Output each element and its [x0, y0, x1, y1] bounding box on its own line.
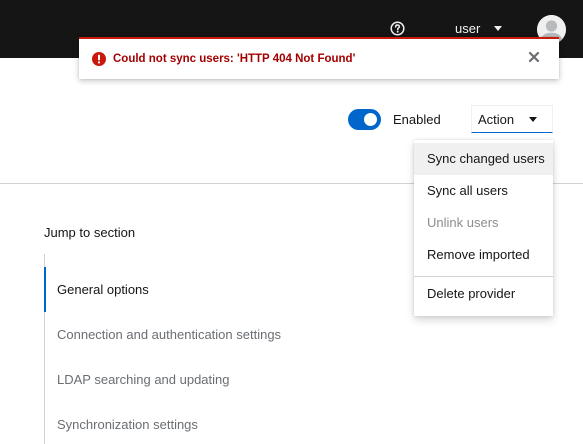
jump-link-synchronization-settings[interactable]: Synchronization settings	[57, 417, 198, 433]
menu-separator	[414, 276, 553, 277]
danger-alert: Could not sync users: 'HTTP 404 Not Foun…	[79, 37, 559, 79]
jump-link-ldap-searching[interactable]: LDAP searching and updating	[57, 372, 230, 388]
action-dropdown-label: Action	[478, 112, 515, 127]
jump-to-section-title: Jump to section	[44, 225, 136, 240]
jump-link-active-indicator	[44, 267, 46, 312]
menu-item-delete-provider[interactable]: Delete provider	[414, 278, 553, 310]
user-menu-label[interactable]: user	[455, 21, 480, 37]
enabled-toggle-switch[interactable]	[348, 109, 381, 130]
menu-item-sync-all-users[interactable]: Sync all users	[414, 175, 553, 207]
exclamation-circle-icon	[92, 52, 106, 66]
jump-link-general-options[interactable]: General options	[57, 282, 149, 298]
close-icon[interactable]	[527, 50, 541, 64]
action-dropdown-menu: Sync changed users Sync all users Unlink…	[414, 140, 553, 316]
question-circle-icon[interactable]	[390, 21, 405, 36]
enabled-toggle-label: Enabled	[393, 112, 441, 127]
action-dropdown-toggle[interactable]: Action	[471, 105, 553, 133]
toggle-knob	[364, 113, 377, 126]
caret-down-icon[interactable]	[494, 26, 502, 31]
menu-item-unlink-users: Unlink users	[427, 215, 499, 230]
jump-link-connection-authentication[interactable]: Connection and authentication settings	[57, 327, 281, 343]
alert-title: Could not sync users: 'HTTP 404 Not Foun…	[113, 53, 356, 65]
menu-item-sync-changed-users[interactable]: Sync changed users	[414, 143, 553, 175]
caret-down-icon	[529, 117, 537, 122]
menu-item-remove-imported[interactable]: Remove imported	[414, 239, 553, 271]
